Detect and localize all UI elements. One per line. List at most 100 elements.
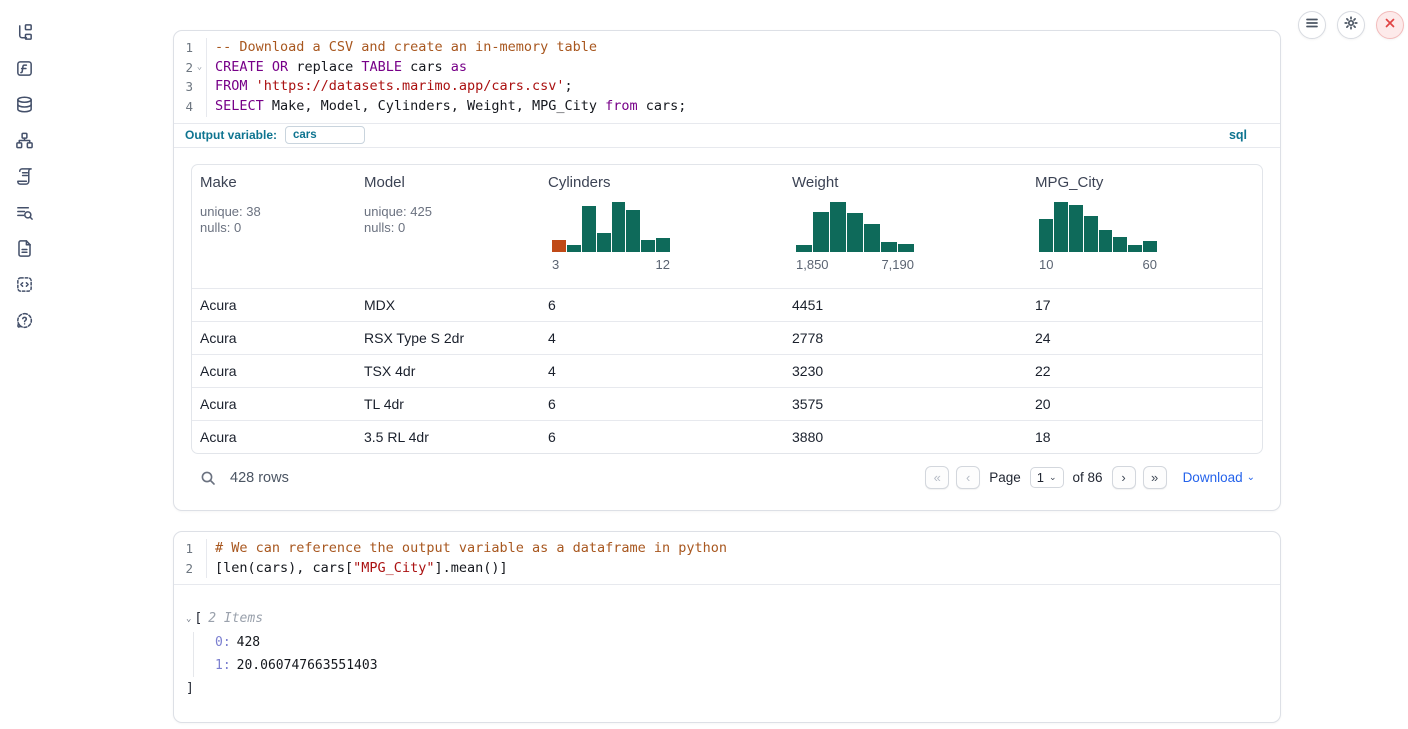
- tree-entry-index: 0:: [215, 635, 231, 650]
- code-line[interactable]: 3FROM 'https://datasets.marimo.app/cars.…: [174, 77, 1280, 97]
- histogram-bar: [898, 244, 914, 252]
- line-number-gutter: 1: [174, 38, 207, 58]
- column-stats: unique: 425nulls: 0: [364, 204, 540, 237]
- table-body: AcuraMDX6445117AcuraRSX Type S 2dr427782…: [192, 288, 1262, 453]
- code-text: -- Download a CSV and create an in-memor…: [207, 38, 597, 58]
- histogram-bar: [567, 245, 581, 252]
- table-cell: 4: [540, 330, 784, 346]
- notebook-main: 1-- Download a CSV and create an in-memo…: [173, 30, 1281, 723]
- table-cell: 3880: [784, 429, 1027, 445]
- code-line[interactable]: 1# We can reference the output variable …: [174, 539, 1280, 559]
- table-cell: 2778: [784, 330, 1027, 346]
- code-line[interactable]: 4SELECT Make, Model, Cylinders, Weight, …: [174, 97, 1280, 117]
- histogram-bar: [582, 206, 596, 252]
- left-sidebar: [0, 0, 48, 729]
- fold-spacer: [193, 77, 206, 97]
- next-page-button[interactable]: ›: [1112, 466, 1136, 489]
- fold-spacer: [193, 559, 206, 579]
- fold-chevron-icon[interactable]: ⌄: [193, 58, 206, 78]
- unique-count: unique: 38: [200, 204, 356, 221]
- prev-page-button[interactable]: ‹: [956, 466, 980, 489]
- dependency-graph-icon[interactable]: [14, 130, 34, 150]
- table-cell: Acura: [192, 330, 356, 346]
- python-output-tree: ⌄ [ 2 Items 0:4281:20.060747663551403 ]: [174, 584, 1280, 722]
- output-variable-label: Output variable:: [185, 128, 277, 142]
- code-line[interactable]: 2 [len(cars), cars["MPG_City"].mean()]: [174, 559, 1280, 579]
- table-cell: 22: [1027, 363, 1262, 379]
- hamburger-menu-icon: [1305, 16, 1319, 35]
- close-bracket: ]: [186, 681, 1263, 696]
- column-header-cylinders[interactable]: Cylinders312: [540, 174, 784, 288]
- line-number: 2: [174, 58, 193, 78]
- row-count: 428 rows: [230, 470, 289, 486]
- datasources-icon[interactable]: [14, 94, 34, 114]
- table-cell: 17: [1027, 297, 1262, 313]
- tree-entry-value: 428: [237, 635, 260, 650]
- table-cell: 3230: [784, 363, 1027, 379]
- python-code-editor[interactable]: 1# We can reference the output variable …: [174, 532, 1280, 584]
- snippets-icon[interactable]: [14, 274, 34, 294]
- histogram-bar: [881, 242, 897, 252]
- last-page-button[interactable]: »: [1143, 466, 1167, 489]
- table-row: AcuraTSX 4dr4323022: [192, 354, 1262, 387]
- line-number-gutter: 3: [174, 77, 207, 97]
- collapse-chevron-icon[interactable]: ⌄: [186, 614, 191, 624]
- column-header-model[interactable]: Modelunique: 425nulls: 0: [356, 174, 540, 288]
- help-chat-icon[interactable]: [14, 310, 34, 330]
- table-cell: 6: [540, 429, 784, 445]
- table-cell: 6: [540, 297, 784, 313]
- null-count: nulls: 0: [364, 220, 540, 237]
- line-number-gutter: 4: [174, 97, 207, 117]
- last-page-icon: »: [1151, 470, 1158, 485]
- column-stats: unique: 38nulls: 0: [200, 204, 356, 237]
- gear-icon: [1344, 16, 1358, 35]
- line-number: 2: [174, 559, 193, 579]
- table-cell: TSX 4dr: [356, 363, 540, 379]
- code-text: CREATE OR replace TABLE cars as: [207, 58, 467, 78]
- open-bracket: [: [194, 611, 202, 626]
- line-number-gutter: 2⌄: [174, 58, 207, 78]
- table-cell: MDX: [356, 297, 540, 313]
- documentation-icon[interactable]: [14, 238, 34, 258]
- histogram-bar: [612, 202, 626, 252]
- scratchpad-icon[interactable]: [14, 166, 34, 186]
- page-select[interactable]: 1 ⌄: [1030, 467, 1064, 488]
- first-page-button[interactable]: «: [925, 466, 949, 489]
- column-header-mpg_city[interactable]: MPG_City1060: [1027, 174, 1262, 288]
- shutdown-button[interactable]: [1376, 11, 1404, 39]
- column-header-make[interactable]: Makeunique: 38nulls: 0: [192, 174, 356, 288]
- code-text: [len(cars), cars["MPG_City"].mean()]: [207, 559, 508, 579]
- table-row: AcuraMDX6445117: [192, 288, 1262, 321]
- search-icon[interactable]: [199, 469, 217, 487]
- tree-entry-value: 20.060747663551403: [237, 658, 378, 673]
- histogram-bar: [626, 210, 640, 252]
- variables-icon[interactable]: [14, 58, 34, 78]
- histogram-bar: [1143, 241, 1157, 252]
- python-cell: 1# We can reference the output variable …: [173, 531, 1281, 723]
- column-header-weight[interactable]: Weight1,8507,190: [784, 174, 1027, 288]
- logs-icon[interactable]: [14, 202, 34, 222]
- histogram-bar: [1054, 202, 1068, 252]
- null-count: nulls: 0: [200, 220, 356, 237]
- page-select-value: 1: [1037, 470, 1044, 485]
- tree-root: ⌄ [ 2 Items: [186, 611, 1263, 626]
- pagination: « ‹ Page 1 ⌄ of 86 › »: [925, 466, 1166, 489]
- code-line[interactable]: 2⌄CREATE OR replace TABLE cars as: [174, 58, 1280, 78]
- chevron-down-icon: ⌄: [1247, 472, 1255, 483]
- histogram-bar: [641, 240, 655, 252]
- output-variable-input[interactable]: [285, 126, 365, 144]
- download-button[interactable]: Download ⌄: [1183, 470, 1255, 485]
- settings-button[interactable]: [1337, 11, 1365, 39]
- sql-code-editor[interactable]: 1-- Download a CSV and create an in-memo…: [174, 31, 1280, 123]
- histogram-bar: [552, 240, 566, 252]
- next-page-icon: ›: [1121, 470, 1125, 485]
- line-number-gutter: 1: [174, 539, 207, 559]
- sql-cell: 1-- Download a CSV and create an in-memo…: [173, 30, 1281, 511]
- menu-button[interactable]: [1298, 11, 1326, 39]
- code-text: SELECT Make, Model, Cylinders, Weight, M…: [207, 97, 686, 117]
- code-text: # We can reference the output variable a…: [207, 539, 727, 559]
- histogram-bar: [1099, 230, 1113, 252]
- file-explorer-tree-icon[interactable]: [14, 22, 34, 42]
- table-cell: 4451: [784, 297, 1027, 313]
- code-line[interactable]: 1-- Download a CSV and create an in-memo…: [174, 38, 1280, 58]
